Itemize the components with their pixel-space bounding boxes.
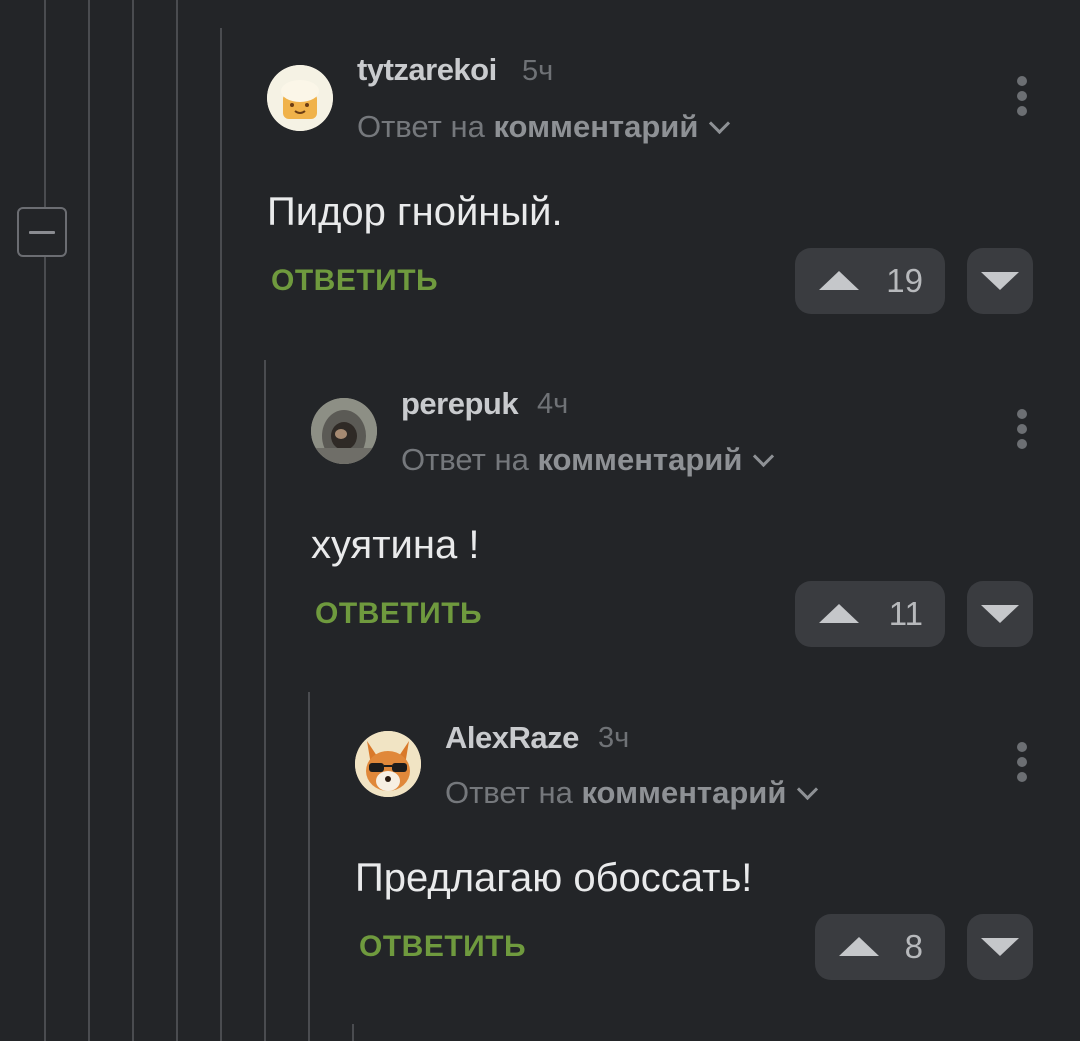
thread-line [88,0,90,1041]
more-options-icon[interactable] [1007,738,1037,788]
arrow-up-icon [839,937,879,956]
username[interactable]: AlexRaze [445,720,579,756]
arrow-down-icon [981,605,1019,623]
arrow-down-icon [981,938,1019,956]
thread-line [44,257,46,1041]
thread-line [220,28,222,1041]
hooded-figure-icon [311,398,377,464]
reply-target: комментарий [581,775,787,810]
more-options-icon[interactable] [1007,72,1037,122]
collapse-thread-button[interactable] [17,207,67,257]
comment-text: Предлагаю обоссать! [355,856,753,900]
reply-button[interactable]: ОТВЕТИТЬ [359,930,526,964]
downvote-button[interactable] [967,248,1033,314]
thread-line [132,0,134,1041]
username[interactable]: tytzarekoi [357,52,497,88]
reply-context[interactable]: Ответ на комментарий [357,109,731,145]
chevron-down-icon [753,445,775,468]
reply-prefix: Ответ на [357,109,485,144]
chevron-down-icon [709,112,731,135]
upvote-button[interactable]: 8 [815,914,945,980]
reply-target: комментарий [493,109,699,144]
timestamp: 4ч [537,388,569,420]
upvote-button[interactable]: 19 [795,248,945,314]
avatar[interactable] [311,398,377,464]
thread-line [44,0,46,207]
reply-button[interactable]: ОТВЕТИТЬ [271,264,438,298]
reply-prefix: Ответ на [445,775,573,810]
thread-line [176,0,178,1041]
comment-text: Пидор гнойный. [267,190,563,234]
fox-sunglasses-icon [355,731,421,797]
timestamp: 3ч [598,722,630,754]
arrow-up-icon [819,271,859,290]
thread-line [352,1024,354,1041]
downvote-button[interactable] [967,914,1033,980]
arrow-down-icon [981,272,1019,290]
upvote-button[interactable]: 11 [795,581,945,647]
reply-context[interactable]: Ответ на комментарий [401,442,775,478]
chevron-down-icon [797,778,819,801]
downvote-button[interactable] [967,581,1033,647]
vote-count: 11 [888,595,923,632]
vote-count: 19 [886,262,923,299]
username[interactable]: perepuk [401,386,519,422]
vote-count: 8 [904,928,923,965]
avatar[interactable] [267,65,333,131]
thread-line [264,360,266,1041]
more-options-icon[interactable] [1007,405,1037,455]
avatar[interactable] [355,731,421,797]
comment-text: хуятина ! [311,523,480,567]
cookie-chef-icon [267,65,333,131]
reply-context[interactable]: Ответ на комментарий [445,775,819,811]
thread-line [308,692,310,1041]
arrow-up-icon [819,604,859,623]
reply-prefix: Ответ на [401,442,529,477]
reply-target: комментарий [537,442,743,477]
reply-button[interactable]: ОТВЕТИТЬ [315,597,482,631]
timestamp: 5ч [522,55,554,87]
